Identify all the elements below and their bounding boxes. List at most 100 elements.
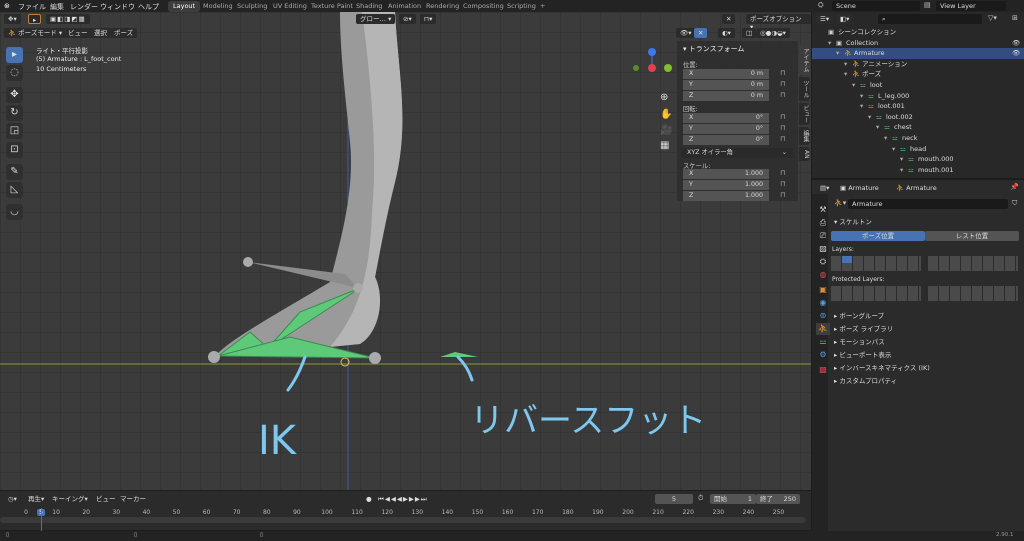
- disclosure-triangle-icon[interactable]: ▾: [876, 122, 879, 132]
- scale-y-field[interactable]: Y 1.000: [683, 180, 769, 190]
- outliner-row[interactable]: ▾ ⚍ chest: [812, 122, 1024, 133]
- menu-view[interactable]: ビュー: [64, 28, 92, 38]
- gizmo-dropdown[interactable]: ✕: [694, 28, 708, 38]
- scene-icon[interactable]: ⛭: [818, 1, 824, 10]
- rest-position-button[interactable]: レスト位置: [925, 231, 1019, 241]
- visibility-dropdown[interactable]: 👁▾: [676, 28, 696, 38]
- editor-type-button[interactable]: ✥▾: [4, 14, 21, 24]
- pan-hand-icon[interactable]: ✋: [660, 109, 672, 120]
- disclosure-triangle-icon[interactable]: ▾: [860, 91, 863, 101]
- active-layer[interactable]: [842, 256, 852, 263]
- new-collection-icon[interactable]: ⊞: [1012, 14, 1018, 22]
- eye-icon[interactable]: 👁: [1012, 38, 1020, 48]
- armature-name-field[interactable]: Armature: [848, 199, 1008, 209]
- select-box-tool[interactable]: ▸: [6, 47, 23, 63]
- rotation-x-field[interactable]: X 0°: [683, 113, 769, 123]
- transform-tool-icon[interactable]: ⊡: [6, 142, 23, 158]
- lock-icon[interactable]: ⊓: [780, 124, 785, 132]
- disclosure-triangle-icon[interactable]: ▾: [852, 80, 855, 90]
- disclosure-triangle-icon[interactable]: ▾: [828, 38, 831, 48]
- panel-viewport-display[interactable]: ▸ ビューポート表示: [834, 349, 891, 359]
- current-frame-field[interactable]: 5: [655, 494, 693, 504]
- menu-window[interactable]: ウィンドウ: [100, 2, 135, 12]
- gizmo-toggle-icon[interactable]: ✕: [722, 14, 736, 24]
- scene-selector[interactable]: Scene: [832, 1, 920, 11]
- disclosure-triangle-icon[interactable]: ▾: [900, 154, 903, 164]
- outliner-row[interactable]: ▾ ⛹ アニメーション: [812, 59, 1024, 70]
- scale-z-field[interactable]: Z 1.000: [683, 191, 769, 201]
- start-frame-field[interactable]: 開始 1: [710, 494, 756, 504]
- outliner-row[interactable]: ▾ ⚍ mouth.001: [812, 165, 1024, 176]
- menu-file[interactable]: ファイル: [18, 2, 46, 12]
- disclosure-triangle-icon[interactable]: ▾: [868, 112, 871, 122]
- zoom-view-icon[interactable]: ⊕: [660, 92, 668, 103]
- rotation-z-field[interactable]: Z 0°: [683, 135, 769, 145]
- protected-layers-grid-left[interactable]: [831, 286, 921, 301]
- sidebar-tab-tool[interactable]: ツール: [799, 77, 810, 101]
- disclosure-triangle-icon[interactable]: ▾: [892, 144, 895, 154]
- playhead-line[interactable]: [41, 508, 42, 531]
- armature-data-icon[interactable]: ⛹▾: [834, 199, 846, 207]
- view-layer-icon[interactable]: ▤: [924, 1, 931, 9]
- output-tab-icon[interactable]: ⎚: [816, 230, 830, 242]
- disclosure-triangle-icon[interactable]: ▾: [900, 165, 903, 175]
- disclosure-triangle-icon[interactable]: ▾: [860, 101, 863, 111]
- measure-tool-icon[interactable]: ◺: [6, 182, 23, 198]
- armature-data-tab-icon[interactable]: ⛹: [816, 323, 830, 335]
- tab-layout[interactable]: Layout: [168, 1, 201, 12]
- playback-controls[interactable]: ⏮◀◀◀▶▶▶⏭: [374, 494, 432, 504]
- transform-orientation-dropdown[interactable]: グロー… ▾: [356, 14, 396, 24]
- annotate-tool-icon[interactable]: ✎: [6, 164, 23, 180]
- disclosure-triangle-icon[interactable]: ▾: [844, 69, 847, 79]
- location-z-field[interactable]: Z0 m: [683, 91, 769, 101]
- properties-editor-type[interactable]: ▤▾: [816, 183, 834, 193]
- disclosure-triangle-icon[interactable]: ▾: [844, 59, 847, 69]
- outliner-search-input[interactable]: ⌕: [878, 14, 982, 24]
- panel-custom-properties[interactable]: ▸ カスタムプロパティ: [834, 375, 897, 385]
- outliner-row[interactable]: ▾ ⚍ loot.001: [812, 101, 1024, 112]
- texture-tab-icon[interactable]: ▩: [816, 364, 830, 376]
- menu-marker[interactable]: マーカー: [116, 494, 150, 504]
- sidebar-tab-item[interactable]: アイテム: [799, 45, 810, 75]
- grid-perspective-icon[interactable]: ▦: [660, 140, 669, 151]
- render-tab-icon[interactable]: ⎙: [816, 217, 830, 229]
- outliner-row[interactable]: ▾ ⚍ L_leg.000: [812, 91, 1024, 102]
- timeline-scrollbar[interactable]: [0, 517, 806, 523]
- selection-mode-icons[interactable]: ▣◧◨◩▦: [46, 14, 90, 24]
- timeline-editor-type[interactable]: ◷▾: [4, 494, 21, 504]
- tool-tab-icon[interactable]: ⚒: [816, 204, 830, 216]
- bone-tab-icon[interactable]: ⚍: [816, 336, 830, 348]
- camera-icon[interactable]: 🎥: [660, 125, 672, 136]
- pose-options-dropdown[interactable]: ポーズオプション ▾: [746, 14, 811, 31]
- end-frame-field[interactable]: 終了 250: [756, 494, 800, 504]
- xray-toggle[interactable]: ◫: [742, 28, 757, 38]
- tab-animation[interactable]: Animation: [383, 1, 426, 12]
- scale-tool-icon[interactable]: ◲: [6, 123, 23, 139]
- add-workspace-button[interactable]: +: [535, 1, 550, 12]
- scale-x-field[interactable]: X 1.000: [683, 169, 769, 179]
- lock-icon[interactable]: ⊓: [780, 113, 785, 121]
- pivot-icon[interactable]: ⊘▾: [399, 14, 416, 24]
- tab-shading[interactable]: Shading: [351, 1, 387, 12]
- lock-icon[interactable]: ⊓: [780, 191, 785, 199]
- outliner-row[interactable]: ▾ ⛹ Armature 👁: [812, 48, 1024, 59]
- pin-icon[interactable]: 📌: [1010, 183, 1019, 191]
- menu-playback[interactable]: 再生▾: [24, 494, 49, 504]
- tab-sculpting[interactable]: Sculpting: [232, 1, 272, 12]
- fake-user-shield-icon[interactable]: ⛉: [1012, 199, 1017, 208]
- menu-help[interactable]: ヘルプ: [138, 2, 159, 12]
- protected-layers-grid-right[interactable]: [928, 286, 1018, 301]
- layers-grid-right[interactable]: [928, 256, 1018, 271]
- lock-icon[interactable]: ⊓: [780, 80, 785, 88]
- overlay-dropdown[interactable]: ◐▾: [718, 28, 735, 38]
- constraints-tab-icon[interactable]: ⊚: [816, 310, 830, 322]
- panel-motion-paths[interactable]: ▸ モーションパス: [834, 336, 885, 346]
- eye-icon[interactable]: 👁: [1012, 48, 1020, 58]
- sidebar-tab-view[interactable]: ビュー: [799, 103, 810, 125]
- menu-select[interactable]: 選択: [90, 28, 111, 38]
- stopwatch-icon[interactable]: ⏱: [698, 494, 703, 503]
- menu-edit[interactable]: 編集: [50, 2, 64, 12]
- scene-tab-icon[interactable]: ⛭: [816, 256, 830, 268]
- disclosure-triangle-icon[interactable]: ▾: [836, 48, 839, 58]
- outliner-row[interactable]: ▾ ⚍ loot: [812, 80, 1024, 91]
